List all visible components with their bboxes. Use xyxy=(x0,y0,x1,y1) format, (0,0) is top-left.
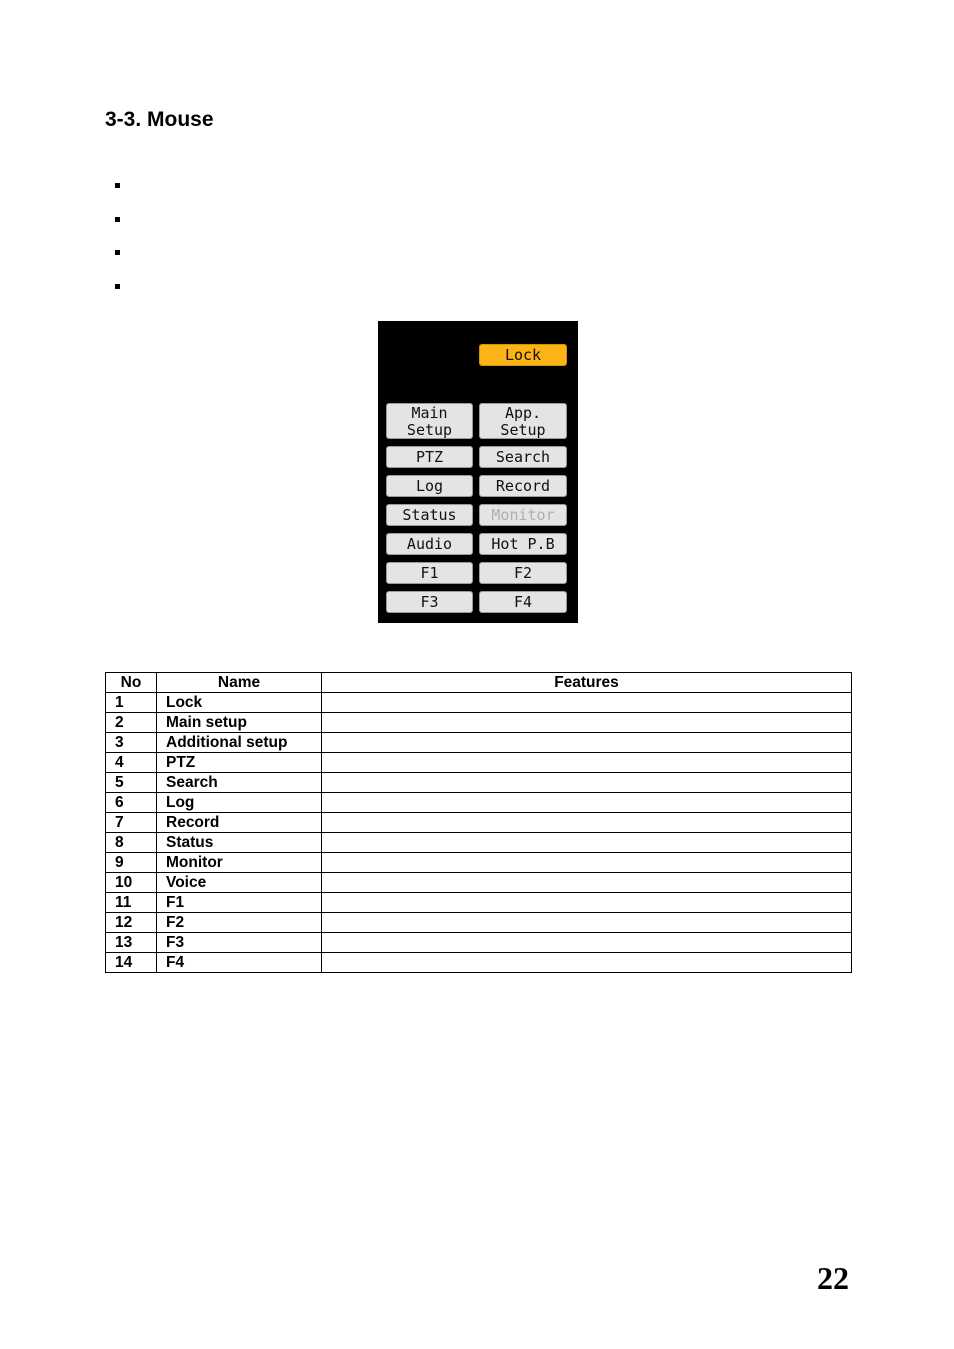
search-button[interactable]: Search xyxy=(479,446,567,468)
log-button[interactable]: Log xyxy=(386,475,473,497)
table-row: 7 Record xyxy=(105,812,852,833)
lock-button[interactable]: Lock xyxy=(479,344,567,366)
section-heading: 3-3. Mouse xyxy=(105,108,214,131)
header-name: Name xyxy=(156,672,322,693)
ptz-button[interactable]: PTZ xyxy=(386,446,473,468)
table-row: 2 Main setup xyxy=(105,712,852,733)
bullet-square-icon xyxy=(115,283,120,289)
table-row: 14 F4 xyxy=(105,952,852,973)
monitor-button: Monitor xyxy=(479,504,567,526)
audio-button[interactable]: Audio xyxy=(386,533,473,555)
record-button[interactable]: Record xyxy=(479,475,567,497)
table-row: 6 Log xyxy=(105,792,852,813)
table-header-row: No Name Features xyxy=(105,672,852,693)
mouse-popup-menu: Lock Main Setup App. Setup PTZ Search Lo… xyxy=(378,321,578,623)
f2-button[interactable]: F2 xyxy=(479,562,567,584)
table-row: 1 Lock xyxy=(105,692,852,713)
f3-button[interactable]: F3 xyxy=(386,591,473,613)
table-row: 11 F1 xyxy=(105,892,852,913)
header-no: No xyxy=(105,672,157,693)
page-number: 22 xyxy=(817,1260,849,1296)
table-row: 12 F2 xyxy=(105,912,852,933)
f1-button[interactable]: F1 xyxy=(386,562,473,584)
header-features: Features xyxy=(321,672,852,693)
table-row: 4 PTZ xyxy=(105,752,852,773)
bullet-square-icon xyxy=(115,250,120,255)
table-row: 13 F3 xyxy=(105,932,852,953)
main-setup-button[interactable]: Main Setup xyxy=(386,403,473,439)
table-row: 8 Status xyxy=(105,832,852,853)
f4-button[interactable]: F4 xyxy=(479,591,567,613)
table-row: 9 Monitor xyxy=(105,852,852,873)
bullet-square-icon xyxy=(115,183,120,188)
mouse-functions-table: No Name Features 1 Lock 2 Main setup 3 Addi… xyxy=(105,672,852,973)
table-row: 10 Voice xyxy=(105,872,852,893)
status-button[interactable]: Status xyxy=(386,504,473,526)
app-setup-button[interactable]: App. Setup xyxy=(479,403,567,439)
table-row: 3 Additional setup xyxy=(105,732,852,753)
bullet-square-icon xyxy=(115,216,120,222)
table-row: 5 Search xyxy=(105,772,852,793)
hot-playback-button[interactable]: Hot P.B xyxy=(479,533,567,555)
